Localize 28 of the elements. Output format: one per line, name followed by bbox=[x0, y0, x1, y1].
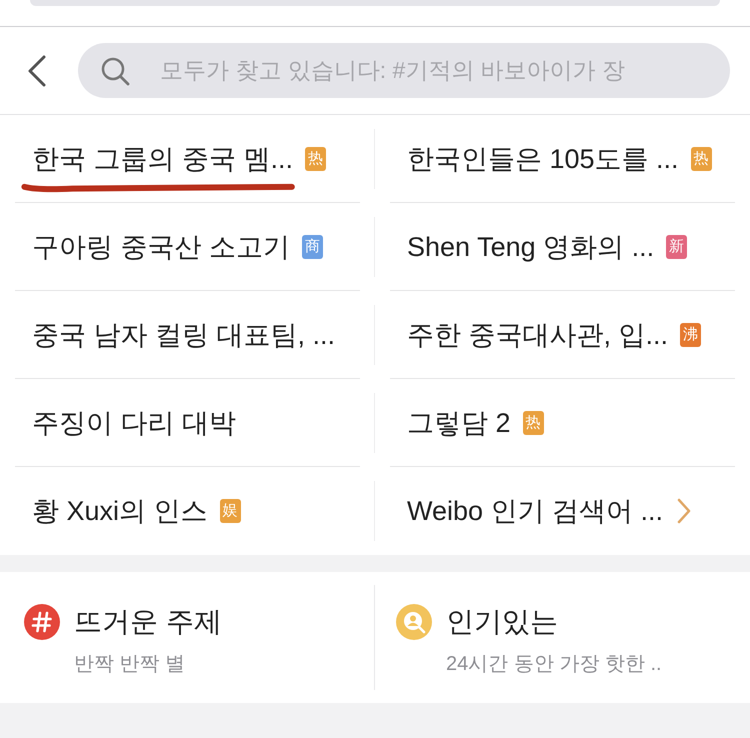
person-search-icon[interactable] bbox=[396, 604, 432, 640]
topic-tag: 热 bbox=[522, 410, 544, 434]
trending-topic[interactable]: 한국 그룹의 중국 멤... 热 bbox=[15, 115, 360, 203]
topic-tag: 沸 bbox=[680, 322, 702, 346]
topic-tag: 娱 bbox=[220, 499, 241, 523]
trending-topic[interactable]: 황 Xuxi의 인스 娱 bbox=[15, 467, 360, 555]
hashtag-icon[interactable] bbox=[24, 604, 60, 640]
input-field[interactable] bbox=[30, 0, 720, 6]
search-field[interactable]: 모두가 찾고 있습니다: #기적의 바보아이가 장 bbox=[78, 43, 730, 98]
trending-topic[interactable]: 구아링 중국산 소고기 商 bbox=[15, 203, 360, 291]
topic-tag: 商 bbox=[302, 234, 324, 258]
search-icon bbox=[100, 56, 130, 86]
category-subtitle: 24시간 동안 가장 핫한 .. bbox=[446, 652, 662, 677]
topic-tag: 新 bbox=[666, 234, 688, 258]
back-icon[interactable] bbox=[27, 54, 47, 86]
trending-topic[interactable]: Shen Teng 영화의 ... 新 bbox=[390, 203, 735, 291]
topic-tag: 热 bbox=[690, 146, 712, 170]
category-title[interactable]: 인기있는 bbox=[446, 604, 558, 640]
chevron-right-icon[interactable] bbox=[677, 498, 692, 524]
category-subtitle: 반짝 반짝 별 bbox=[74, 652, 186, 677]
trending-topic[interactable]: 중국 남자 컬링 대표팀, ... bbox=[15, 291, 360, 379]
trending-topic[interactable]: 한국인들은 105도를 ... 热 bbox=[390, 115, 735, 203]
trending-topic[interactable]: 주한 중국대사관, 입... 沸 bbox=[390, 291, 735, 379]
category-title[interactable]: 뜨거운 주제 bbox=[74, 604, 222, 640]
trending-topic[interactable]: 주징이 다리 대박 bbox=[15, 379, 360, 467]
trending-topic[interactable]: 그렇담 2 热 bbox=[390, 379, 735, 467]
trending-topic[interactable]: Weibo 인기 검색어 ... bbox=[390, 467, 735, 555]
topic-tag: 热 bbox=[305, 146, 326, 170]
